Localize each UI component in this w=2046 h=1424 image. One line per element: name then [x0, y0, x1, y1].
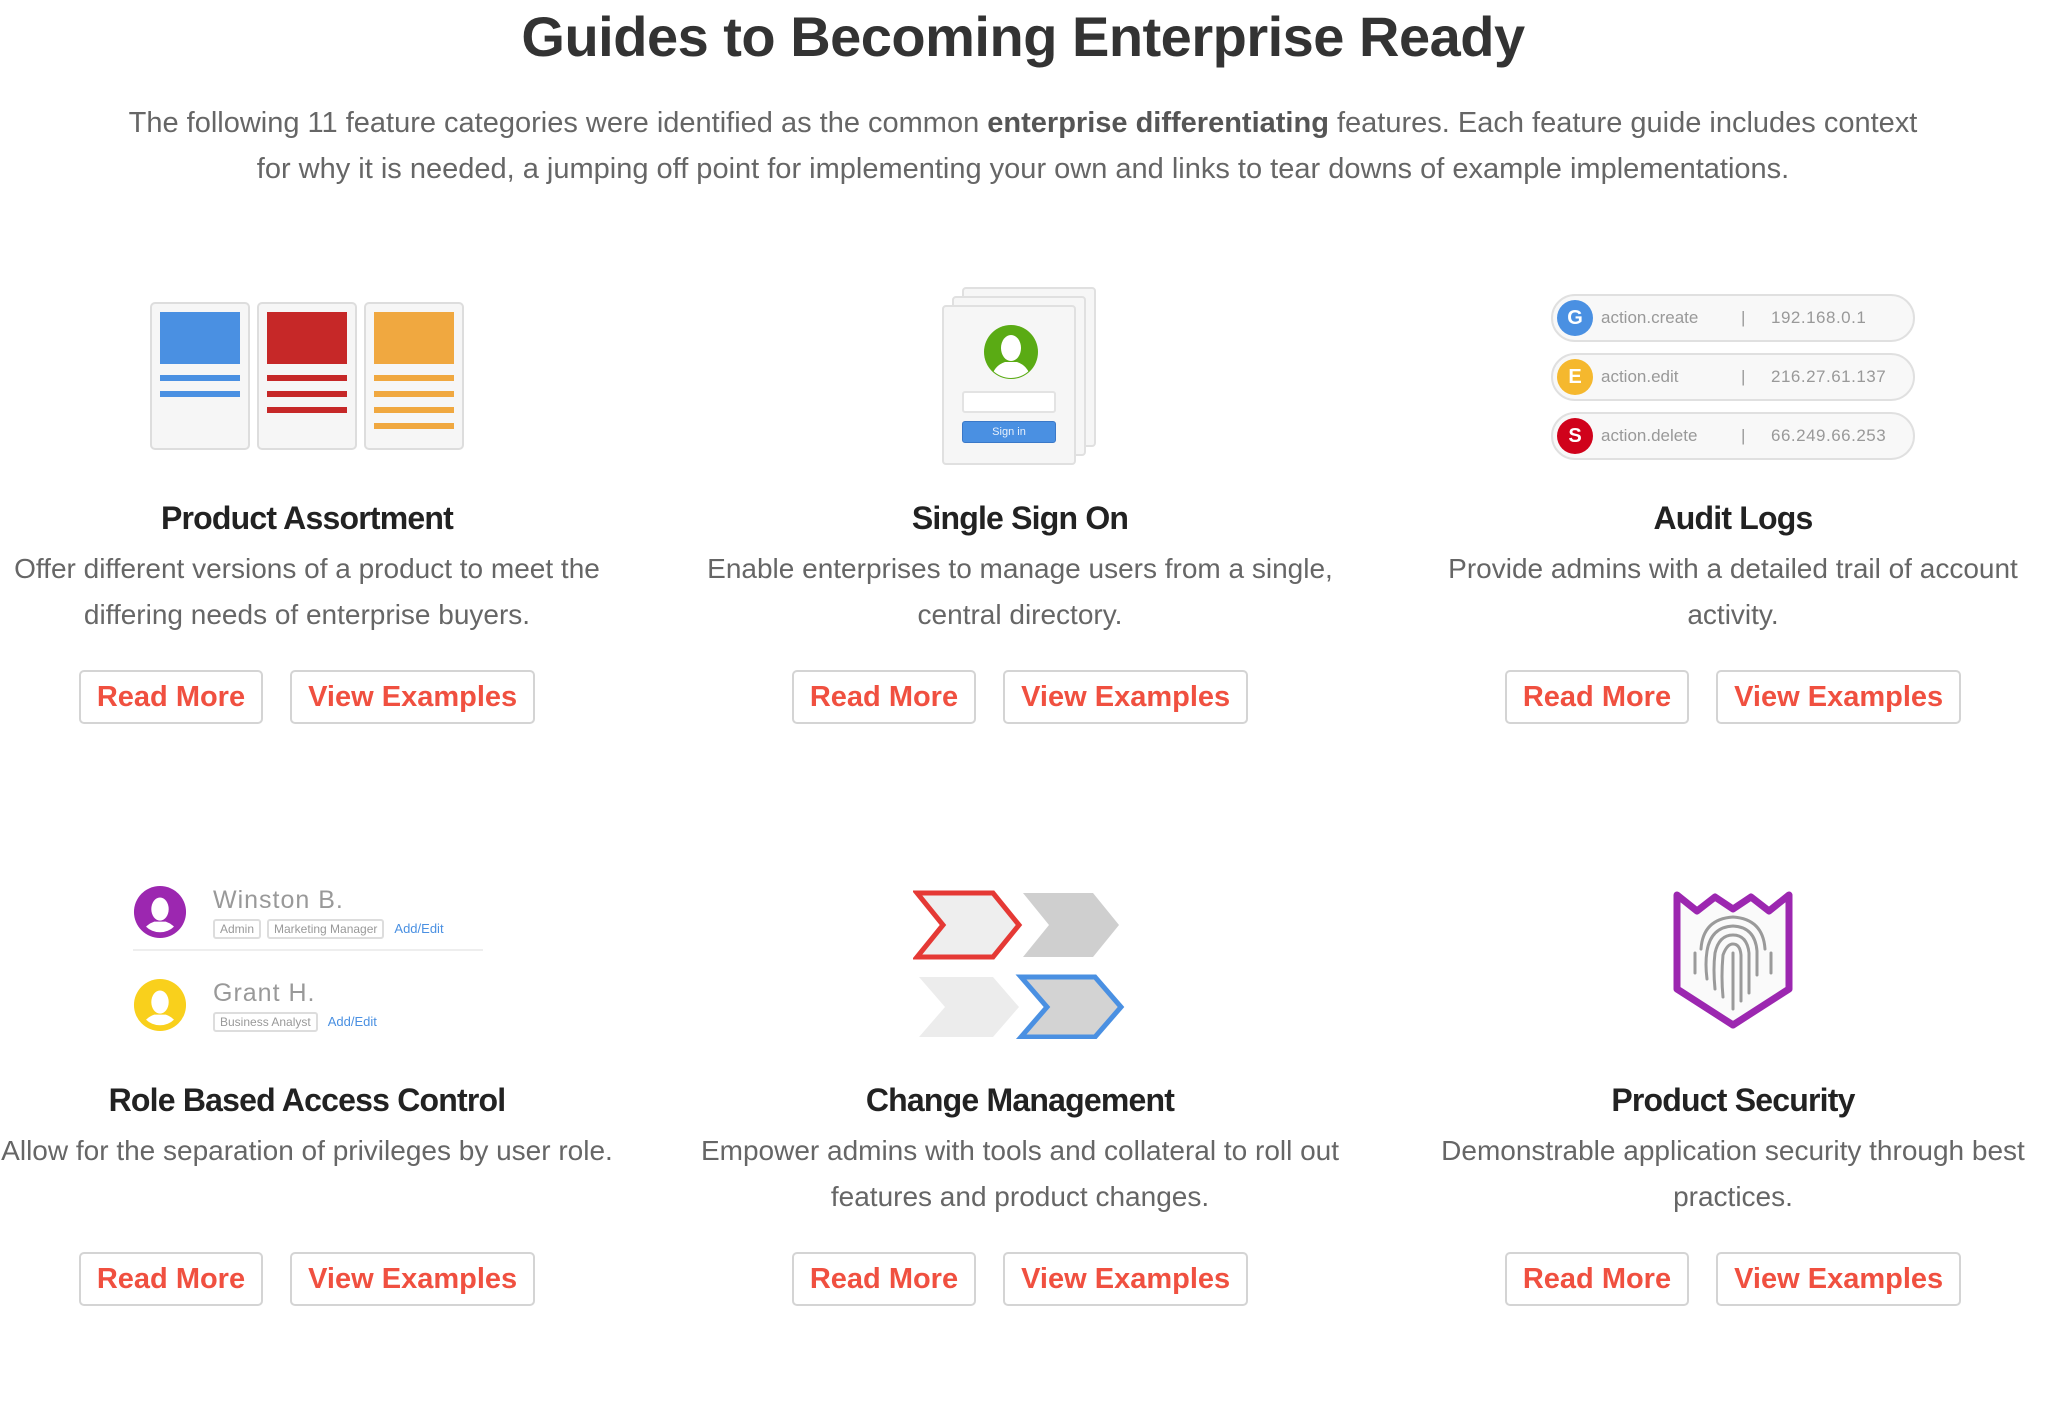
- log-separator: |: [1741, 308, 1746, 327]
- view-examples-button[interactable]: View Examples: [290, 670, 536, 724]
- feature-description: Demonstrable application security throug…: [1441, 1135, 2025, 1212]
- log-entry: G action.create | 192.168.0.1: [1551, 294, 1915, 342]
- user-row: Winston B. Admin Marketing Manager Add/Edi…: [133, 875, 483, 951]
- log-action: action.delete: [1601, 426, 1698, 445]
- feature-product-security: Product Security Demonstrable applicatio…: [1393, 864, 2046, 1424]
- user-row: Grant H. Business Analyst Add/Edit: [133, 967, 483, 1043]
- feature-change-management: Change Management Empower admins with to…: [680, 864, 1360, 1424]
- feature-title: Change Management: [865, 1082, 1175, 1118]
- read-more-button[interactable]: Read More: [1504, 670, 1690, 724]
- role-badge: Marketing Manager: [267, 918, 385, 939]
- page-title: Guides to Becoming Enterprise Ready: [521, 5, 1525, 68]
- feature-description: Enable enterprises to manage users from …: [707, 553, 1333, 630]
- log-avatar: S: [1557, 418, 1593, 454]
- read-more-button[interactable]: Read More: [1504, 1252, 1690, 1306]
- feature-audit-logs: G action.create | 192.168.0.1 E action.e…: [1393, 282, 2046, 842]
- feature-description: Provide admins with a detailed trail of …: [1448, 553, 2018, 630]
- feature-title: Product Assortment: [160, 500, 454, 536]
- read-more-button[interactable]: Read More: [791, 670, 977, 724]
- fingerprint-shield-icon: [1673, 891, 1793, 1029]
- product-cards-icon: [150, 302, 464, 450]
- log-separator: |: [1741, 426, 1746, 445]
- feature-title: Single Sign On: [911, 500, 1129, 536]
- sign-in-button: Sign in: [962, 421, 1056, 443]
- feature-description: Empower admins with tools and collateral…: [700, 1135, 1340, 1212]
- read-more-button[interactable]: Read More: [791, 1252, 977, 1306]
- view-examples-button[interactable]: View Examples: [1716, 1252, 1962, 1306]
- log-ip: 66.249.66.253: [1771, 426, 1887, 445]
- intro-text: The following 11 feature categories were…: [128, 107, 1918, 185]
- read-more-button[interactable]: Read More: [78, 1252, 264, 1306]
- view-examples-button[interactable]: View Examples: [1003, 670, 1249, 724]
- log-entry: E action.edit | 216.27.61.137: [1551, 353, 1915, 401]
- feature-description: Offer different versions of a product to…: [14, 553, 600, 630]
- user-avatar-icon: [984, 325, 1038, 379]
- feature-description: Allow for the separation of privileges b…: [1, 1135, 613, 1166]
- log-ip: 216.27.61.137: [1771, 367, 1887, 386]
- user-name: Grant H.: [213, 978, 316, 1007]
- log-avatar: G: [1557, 300, 1593, 336]
- log-ip: 192.168.0.1: [1771, 308, 1867, 327]
- view-examples-button[interactable]: View Examples: [1003, 1252, 1249, 1306]
- role-badge: Business Analyst: [213, 1011, 318, 1032]
- log-avatar: E: [1557, 359, 1593, 395]
- feature-single-sign-on: Sign in Single Sign On Enable enterprise…: [680, 282, 1360, 842]
- user-name: Winston B.: [213, 885, 344, 914]
- log-separator: |: [1741, 367, 1746, 386]
- audit-log-icon: G action.create | 192.168.0.1 E action.e…: [1551, 294, 1915, 460]
- user-avatar-icon: [133, 885, 187, 939]
- feature-title: Product Security: [1611, 1082, 1855, 1118]
- role-badge: Admin: [213, 918, 262, 939]
- chevron-arrows-icon: [913, 890, 1125, 1039]
- view-examples-button[interactable]: View Examples: [1716, 670, 1962, 724]
- feature-role-based-access-control: Winston B. Admin Marketing Manager Add/Edi…: [0, 864, 647, 1424]
- feature-title: Role Based Access Control: [108, 1082, 507, 1118]
- username-input: [962, 391, 1056, 413]
- view-examples-button[interactable]: View Examples: [290, 1252, 536, 1306]
- read-more-button[interactable]: Read More: [78, 670, 264, 724]
- sign-in-card-icon: Sign in: [942, 287, 1098, 467]
- add-edit-link[interactable]: Add/Edit: [328, 1014, 377, 1029]
- feature-title: Audit Logs: [1653, 500, 1813, 536]
- log-action: action.create: [1601, 308, 1699, 327]
- feature-product-assortment: Product Assortment Offer different versi…: [0, 282, 647, 842]
- user-avatar-icon: [133, 978, 187, 1032]
- user-roles-icon: Winston B. Admin Marketing Manager Add/Edi…: [133, 875, 483, 1043]
- add-edit-link[interactable]: Add/Edit: [394, 921, 443, 936]
- log-action: action.edit: [1601, 367, 1679, 386]
- log-entry: S action.delete | 66.249.66.253: [1551, 412, 1915, 460]
